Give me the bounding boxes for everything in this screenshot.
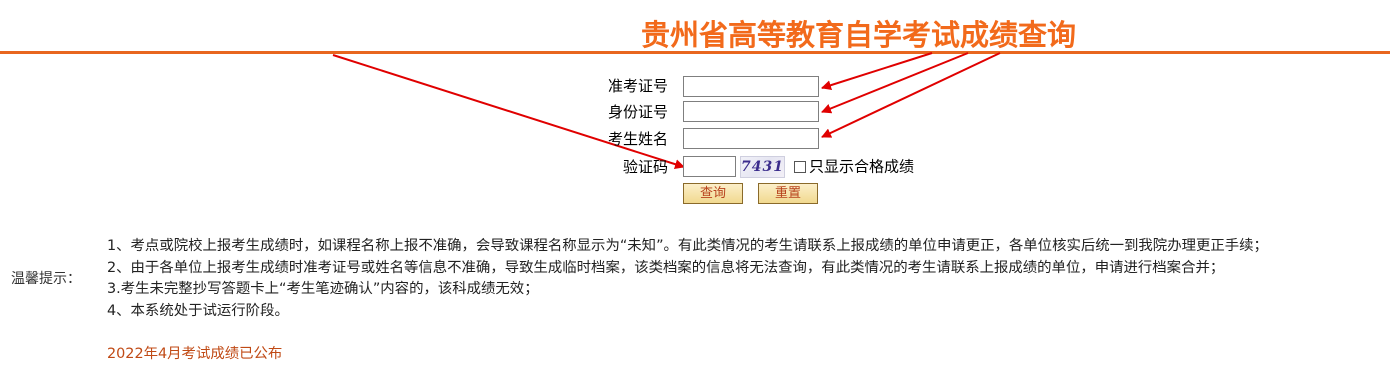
reset-button[interactable]: 重置 <box>758 183 818 204</box>
query-button[interactable]: 查询 <box>683 183 743 204</box>
results-notice: 2022年4月考试成绩已公布 <box>107 346 283 362</box>
arrow-to-name <box>821 52 1001 138</box>
captcha-label: 验证码 <box>622 158 668 176</box>
arrow-to-exam-no <box>821 52 933 91</box>
tips-label: 温馨提示： <box>11 271 81 287</box>
tip-item: 1、考点或院校上报考生成绩时，如课程名称上报不准确，会导致课程名称显示为“未知”… <box>107 238 1268 254</box>
passed-only-checkbox[interactable] <box>794 160 806 173</box>
passed-only-label: 只显示合格成绩 <box>809 157 915 176</box>
captcha-input[interactable] <box>683 156 736 177</box>
exam-no-input[interactable] <box>683 76 819 97</box>
exam-no-label: 准考证号 <box>607 77 668 95</box>
tip-item: 2、由于各单位上报考生成绩时准考证号或姓名等信息不准确，导致生成临时档案，该类档… <box>107 259 1225 276</box>
id-no-input[interactable] <box>683 101 819 122</box>
name-input[interactable] <box>683 128 819 149</box>
captcha-image[interactable]: 7431 <box>740 156 785 178</box>
tip-item: 4、本系统处于试运行阶段。 <box>107 302 289 319</box>
tips-list: 1、考点或院校上报考生成绩时，如课程名称上报不准确，会导致课程名称显示为“未知”… <box>107 236 1268 322</box>
name-label: 考生姓名 <box>607 130 668 148</box>
passed-only-option[interactable]: 只显示合格成绩 <box>794 156 914 176</box>
tip-item: 3.考生未完整抄写答题卡上“考生笔迹确认”内容的，该科成绩无效； <box>107 281 539 297</box>
id-no-label: 身份证号 <box>607 103 668 121</box>
